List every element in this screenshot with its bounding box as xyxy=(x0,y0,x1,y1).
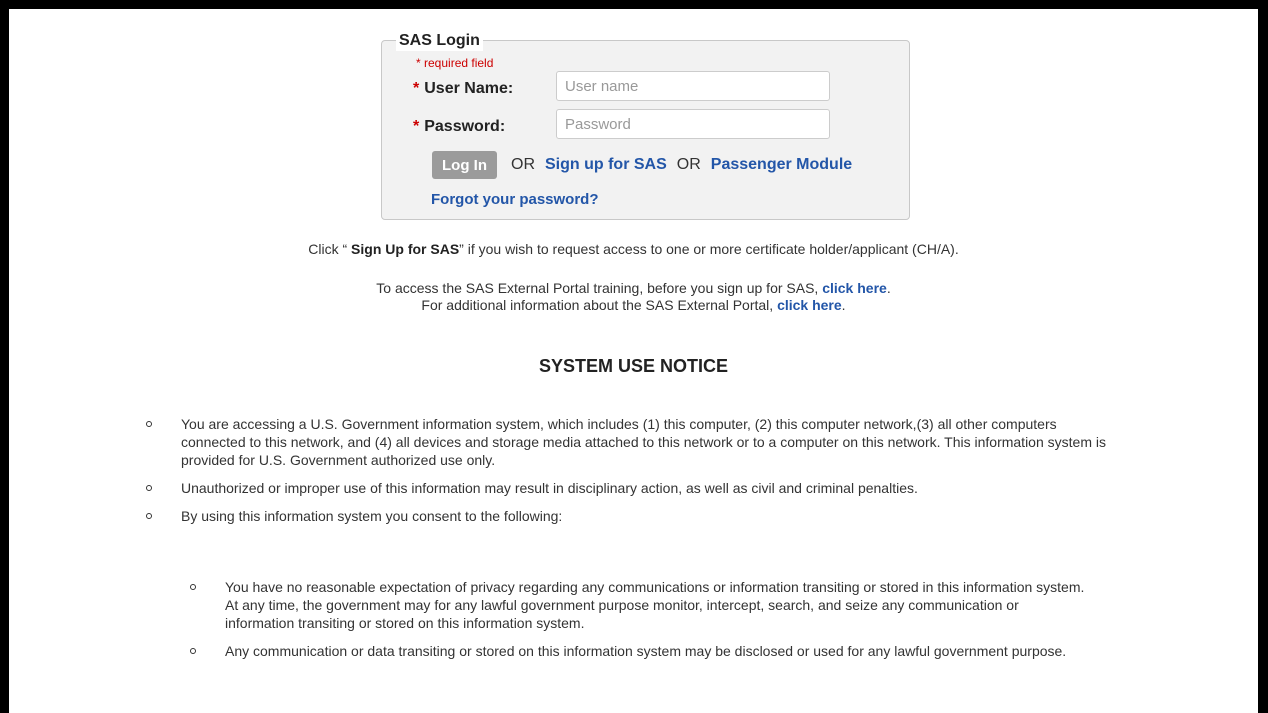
training-click-here-link[interactable]: click here xyxy=(822,280,887,296)
training-info: To access the SAS External Portal traini… xyxy=(376,280,891,296)
username-input[interactable] xyxy=(556,71,830,101)
system-use-notice-heading: SYSTEM USE NOTICE xyxy=(538,356,729,376)
login-button[interactable]: Log In xyxy=(432,151,497,179)
required-marker: * xyxy=(413,118,420,135)
password-label: * Password: xyxy=(413,118,506,135)
notice-item: Unauthorized or improper use of this inf… xyxy=(144,479,1114,497)
login-actions: Log In OR Sign up for SAS OR Passenger M… xyxy=(432,151,862,179)
password-input[interactable] xyxy=(556,109,830,139)
notice-item: By using this information system you con… xyxy=(144,507,1114,525)
notice-list: You are accessing a U.S. Government info… xyxy=(144,415,1114,535)
or-separator: OR xyxy=(676,156,701,173)
login-legend: SAS Login xyxy=(396,31,483,51)
consent-item: Any communication or data transiting or … xyxy=(188,642,1088,660)
passenger-module-link[interactable]: Passenger Module xyxy=(711,156,852,174)
or-separator: OR xyxy=(511,156,535,173)
required-note-text: required field xyxy=(424,56,494,70)
signup-info: Click “ Sign Up for SAS” if you wish to … xyxy=(308,241,959,257)
notice-item: You are accessing a U.S. Government info… xyxy=(144,415,1114,469)
required-marker: * xyxy=(416,56,421,70)
username-label: * User Name: xyxy=(413,80,514,97)
required-marker: * xyxy=(413,80,420,97)
consent-list: You have no reasonable expectation of pr… xyxy=(188,578,1088,670)
required-field-note: * required field xyxy=(416,56,493,70)
additional-info: For additional information about the SAS… xyxy=(421,297,846,313)
signup-link[interactable]: Sign up for SAS xyxy=(545,156,667,174)
page: SAS Login * required field *User Name: *… xyxy=(9,9,1258,713)
consent-item: You have no reasonable expectation of pr… xyxy=(188,578,1088,632)
forgot-password-link[interactable]: Forgot your password? xyxy=(431,191,599,209)
additional-info-click-here-link[interactable]: click here xyxy=(777,297,842,313)
